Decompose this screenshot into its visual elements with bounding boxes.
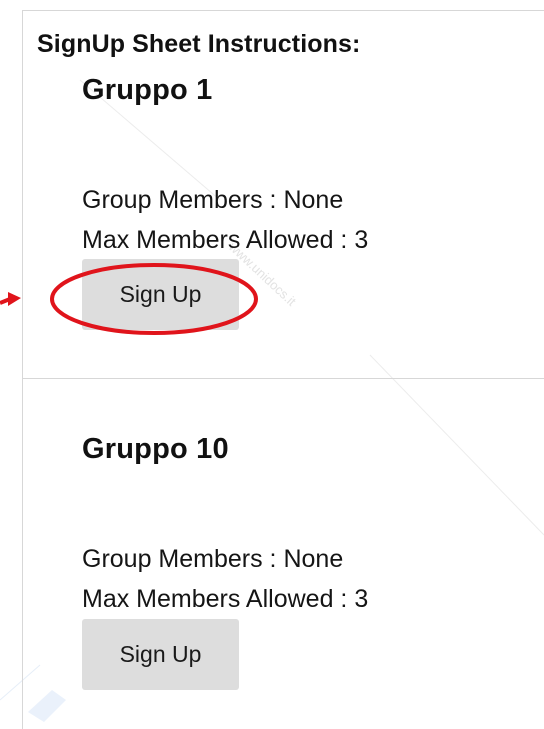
arrow-icon xyxy=(0,297,11,305)
group-members-text: Group Members : None xyxy=(82,186,344,214)
arrow-icon xyxy=(8,292,21,306)
sheet-title: SignUp Sheet Instructions: xyxy=(37,30,361,58)
sign-up-button[interactable]: Sign Up xyxy=(82,619,239,690)
group-divider xyxy=(22,378,544,379)
max-members-text: Max Members Allowed : 3 xyxy=(82,585,369,613)
group-title: Gruppo 1 xyxy=(82,74,213,106)
sign-up-button[interactable]: Sign Up xyxy=(82,259,239,330)
max-members-text: Max Members Allowed : 3 xyxy=(82,226,369,254)
group-title: Gruppo 10 xyxy=(82,433,229,465)
group-members-text: Group Members : None xyxy=(82,545,344,573)
